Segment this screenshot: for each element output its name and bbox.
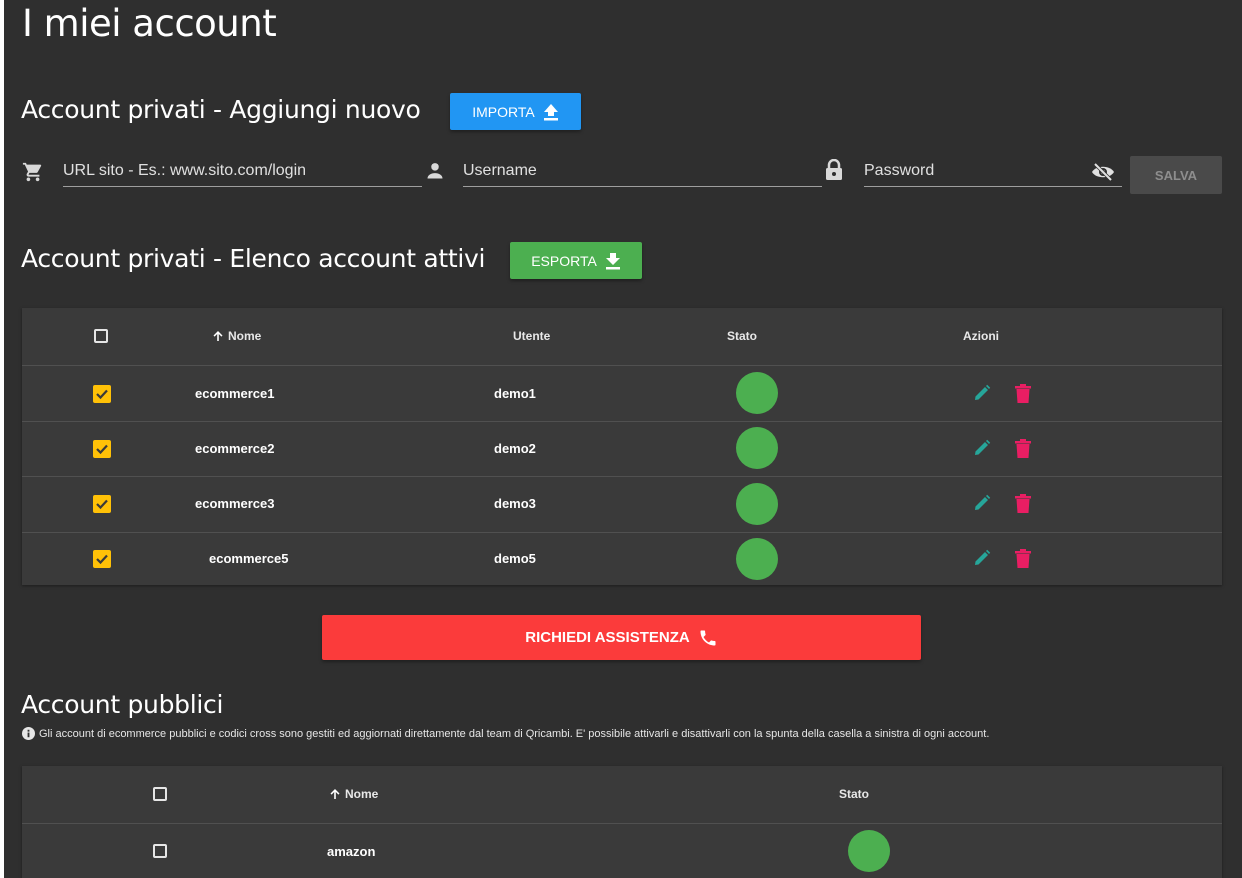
select-all-public-checkbox[interactable] (153, 787, 167, 801)
status-dot (736, 372, 778, 414)
page-title: I miei account (22, 2, 277, 45)
row-checkbox[interactable] (153, 844, 167, 858)
lock-icon (823, 158, 845, 182)
status-dot (736, 483, 778, 525)
username-placeholder: Username (463, 162, 537, 179)
status-dot (736, 538, 778, 580)
export-button[interactable]: ESPORTA (510, 242, 642, 279)
export-label: ESPORTA (531, 252, 597, 269)
row-name: amazon (327, 844, 376, 859)
status-column-header: Stato (727, 329, 757, 343)
status-dot (848, 830, 890, 872)
check-icon (96, 389, 108, 400)
url-input[interactable]: URL sito - Es.: www.sito.com/login (63, 156, 422, 187)
user-column-header: Utente (513, 329, 551, 343)
check-icon (96, 499, 108, 510)
select-all-checkbox[interactable] (94, 329, 108, 343)
phone-icon (700, 630, 716, 645)
eye-off-icon[interactable] (1090, 160, 1116, 184)
import-button[interactable]: IMPORTA (450, 93, 581, 130)
upload-icon (543, 103, 558, 120)
row-name: ecommerce5 (209, 551, 289, 566)
edit-icon[interactable] (972, 493, 992, 513)
check-icon (96, 444, 108, 455)
name-header-label: Nome (228, 329, 262, 343)
name-column-header[interactable]: Nome (212, 329, 261, 343)
row-user: demo5 (494, 551, 536, 566)
status-dot (736, 427, 778, 469)
delete-icon[interactable] (1013, 492, 1033, 514)
sort-arrow-up-icon (330, 789, 340, 799)
row-name: ecommerce1 (195, 386, 275, 401)
public-name-column-header[interactable]: Nome (329, 787, 378, 801)
save-label: SALVA (1154, 167, 1198, 183)
public-name-header-label: Nome (345, 787, 379, 801)
public-accounts-title: Account pubblici (21, 690, 224, 719)
private-add-title: Account privati - Aggiungi nuovo (21, 95, 421, 124)
delete-icon[interactable] (1013, 382, 1033, 404)
assistance-label: RICHIEDI ASSISTENZA (525, 629, 690, 646)
public-info-text: Gli account di ecommerce pubblici e codi… (39, 727, 990, 740)
import-label: IMPORTA (472, 103, 535, 120)
row-name: ecommerce3 (195, 496, 275, 511)
edit-icon[interactable] (972, 383, 992, 403)
row-user: demo3 (494, 496, 536, 511)
delete-icon[interactable] (1013, 437, 1033, 459)
public-status-column-header: Stato (839, 787, 869, 801)
request-assistance-button[interactable]: RICHIEDI ASSISTENZA (322, 615, 921, 660)
info-icon (22, 727, 35, 740)
table-row: ecommerce3 demo3 (22, 477, 1222, 532)
table-row: amazon (22, 824, 1222, 878)
window-edge (0, 0, 4, 878)
save-button[interactable]: SALVA (1130, 156, 1222, 194)
table-row: ecommerce2 demo2 (22, 422, 1222, 476)
table-row: ecommerce5 demo5 (22, 533, 1222, 585)
username-input[interactable]: Username (463, 156, 822, 187)
row-checkbox[interactable] (93, 495, 111, 513)
download-icon (605, 252, 620, 269)
password-input[interactable]: Password (864, 156, 1122, 187)
private-list-title: Account privati - Elenco account attivi (21, 244, 486, 273)
table-row: ecommerce1 demo1 (22, 366, 1222, 421)
person-icon (424, 160, 446, 182)
cart-icon (21, 160, 45, 184)
row-checkbox[interactable] (93, 385, 111, 403)
row-name: ecommerce2 (195, 441, 275, 456)
delete-icon[interactable] (1013, 547, 1033, 569)
check-icon (96, 554, 108, 565)
sort-arrow-up-icon (213, 331, 223, 341)
row-user: demo2 (494, 441, 536, 456)
url-placeholder: URL sito - Es.: www.sito.com/login (63, 162, 307, 179)
row-user: demo1 (494, 386, 536, 401)
password-placeholder: Password (864, 162, 935, 179)
row-checkbox[interactable] (93, 440, 111, 458)
row-checkbox[interactable] (93, 550, 111, 568)
public-info-note: Gli account di ecommerce pubblici e codi… (22, 727, 1222, 740)
edit-icon[interactable] (972, 438, 992, 458)
edit-icon[interactable] (972, 548, 992, 568)
actions-column-header: Azioni (963, 329, 999, 343)
public-accounts-table: Nome Stato amazon (22, 766, 1222, 878)
private-accounts-table: Nome Utente Stato Azioni ecommerce1 demo… (22, 308, 1222, 585)
